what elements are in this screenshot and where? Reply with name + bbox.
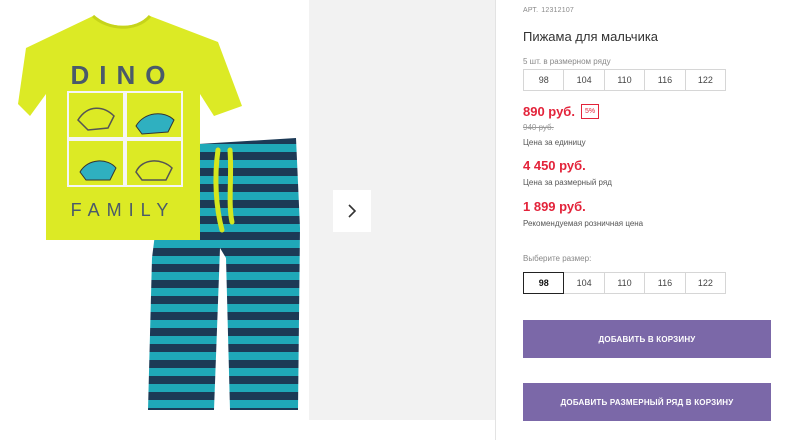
shirt-print-bottom: FAMILY xyxy=(71,200,176,220)
size-option-98[interactable]: 98 xyxy=(523,272,565,294)
article-number: АРТ. 12312107 xyxy=(523,7,577,14)
pack-size-110: 110 xyxy=(603,69,646,91)
pack-size-98: 98 xyxy=(523,69,565,91)
unit-price: 890 руб. xyxy=(523,104,575,119)
unit-price-note: Цена за единицу xyxy=(523,138,586,147)
product-gallery: DINO FAMILY xyxy=(0,0,495,440)
next-image-button[interactable] xyxy=(333,190,371,232)
size-pack-label: 5 шт. в размерном ряду xyxy=(523,57,611,66)
size-option-110[interactable]: 110 xyxy=(603,272,646,294)
size-option-116[interactable]: 116 xyxy=(644,272,686,294)
article-label: АРТ. xyxy=(523,7,539,14)
choose-size-label: Выберите размер: xyxy=(523,254,592,263)
size-pack-row: 98 104 110 116 122 xyxy=(523,69,727,91)
discount-badge: 5% xyxy=(580,104,600,119)
product-photo: DINO FAMILY xyxy=(18,14,300,410)
size-option-122[interactable]: 122 xyxy=(684,272,727,294)
size-option-104[interactable]: 104 xyxy=(563,272,605,294)
pack-size-104: 104 xyxy=(563,69,605,91)
retail-price: 1 899 руб. xyxy=(523,199,586,214)
pack-size-116: 116 xyxy=(644,69,686,91)
chevron-right-icon xyxy=(348,204,357,218)
add-to-cart-button[interactable]: ДОБАВИТЬ В КОРЗИНУ xyxy=(523,320,771,358)
row-price: 4 450 руб. xyxy=(523,158,586,173)
retail-price-note: Рекомендуемая розничная цена xyxy=(523,219,644,228)
old-price: 940 руб. xyxy=(523,123,554,132)
row-price-note: Цена за размерный ряд xyxy=(523,178,612,187)
divider xyxy=(495,0,496,440)
add-size-row-to-cart-button[interactable]: ДОБАВИТЬ РАЗМЕРНЫЙ РЯД В КОРЗИНУ xyxy=(523,383,771,421)
product-title: Пижама для мальчика xyxy=(523,29,659,44)
shirt-print-top: DINO xyxy=(71,60,176,90)
unit-price-block: 890 руб. 5% xyxy=(523,104,600,119)
pack-size-122: 122 xyxy=(684,69,727,91)
size-selector: 98 104 110 116 122 xyxy=(523,272,727,294)
article-value: 12312107 xyxy=(541,7,575,14)
